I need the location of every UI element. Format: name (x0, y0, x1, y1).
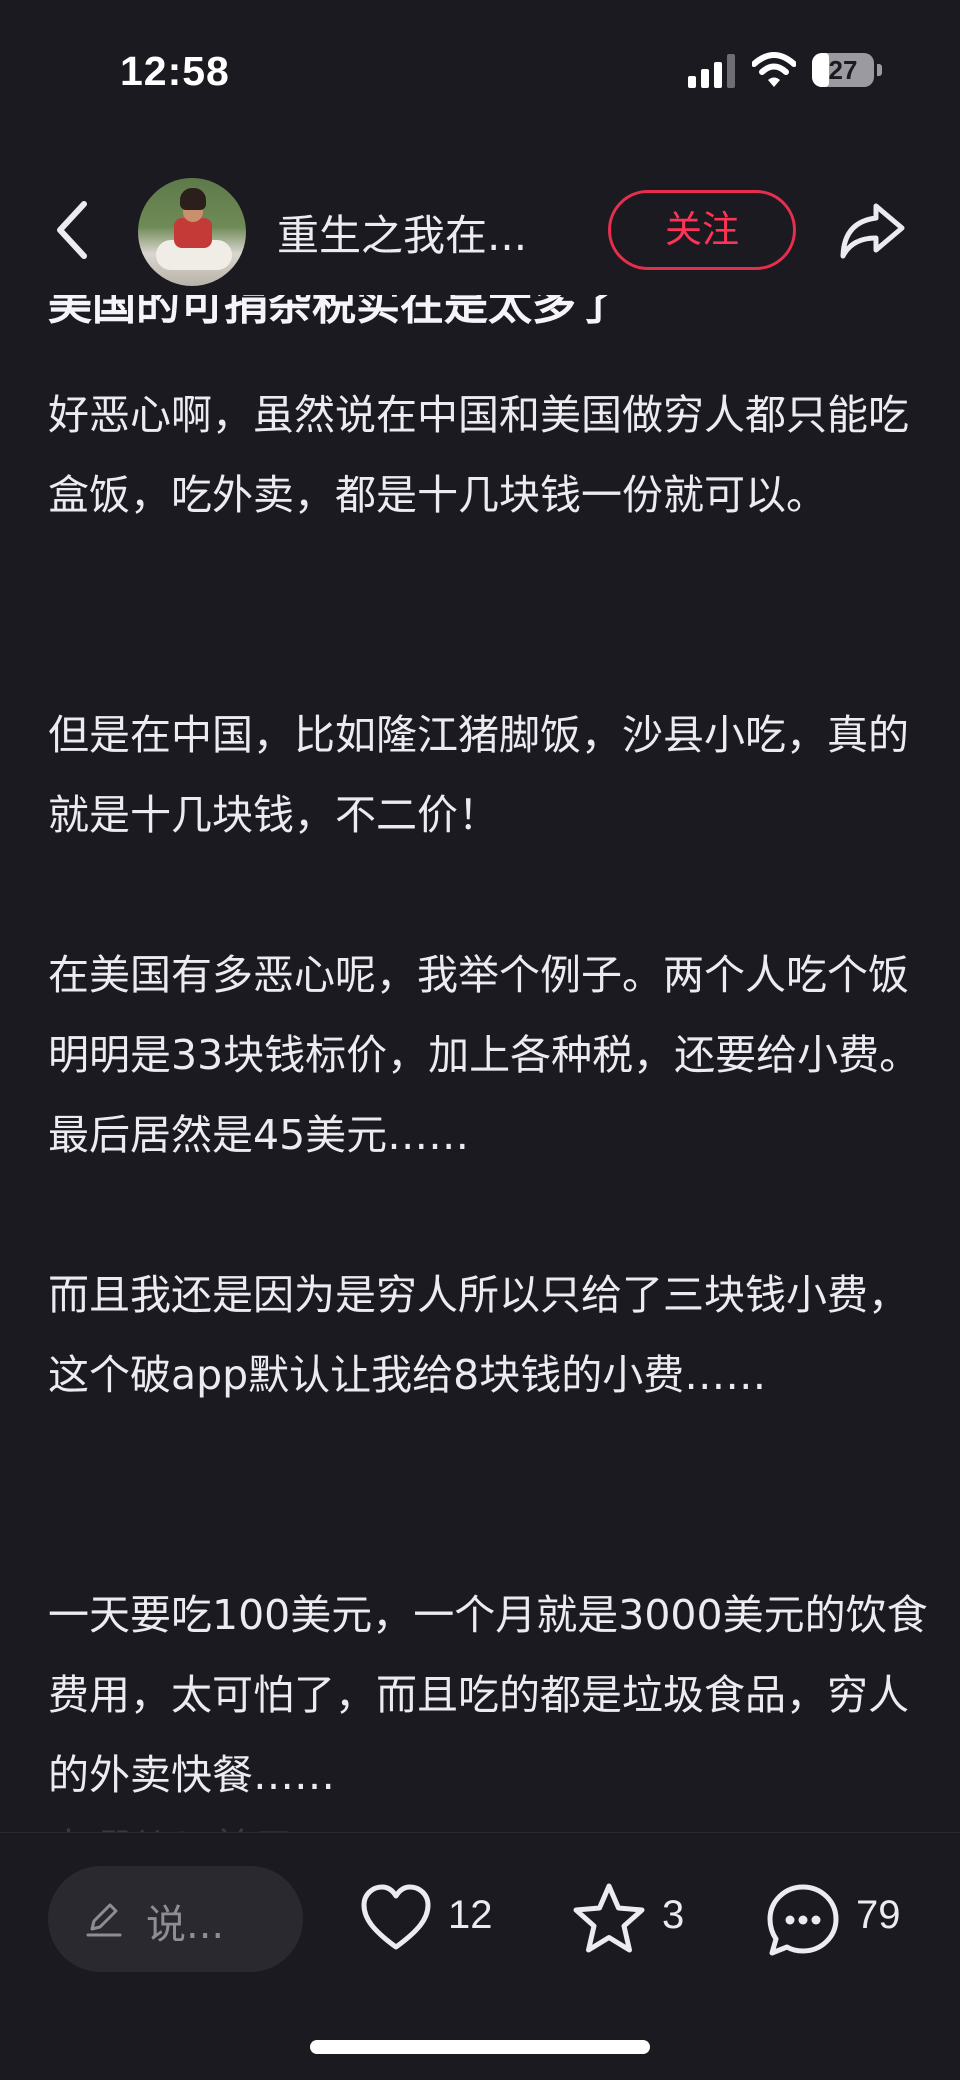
post-paragraph: 而且我还是因为是穷人所以只给了三块钱小费，这个破app默认让我给8块钱的小费…… (48, 1271, 909, 1399)
post-paragraph: 一天要吃100美元，一个月就是3000美元的饮食费用，太可怕了，而且吃的都是垃圾… (48, 1591, 928, 1799)
post-paragraph: 但是在中国，比如隆江猪脚饭，沙县小吃，真的就是十几块钱，不二价！ (48, 711, 909, 839)
comment-placeholder: 说... (146, 1902, 225, 1948)
home-indicator[interactable] (310, 2040, 650, 2054)
battery-level: 27 (828, 55, 858, 85)
author-avatar[interactable] (138, 178, 246, 286)
heart-icon (361, 1884, 431, 1950)
back-icon[interactable] (50, 198, 94, 262)
favorite-button[interactable]: 3 (570, 1881, 690, 1957)
signal-icon (688, 54, 735, 88)
post-cut-off-line: 去哪儿？美元 (48, 1815, 294, 1832)
comment-count: 79 (856, 1893, 901, 1937)
top-nav-bar: 重生之我在... 关注 (0, 170, 960, 295)
post-content: 美国的可捐杂税实在是太多了 好恶心啊，虽然说在中国和美国做穷人都只能吃盒饭，吃外… (0, 295, 960, 1832)
share-icon[interactable] (838, 200, 908, 262)
post-title: 美国的可捐杂税实在是太多了 (48, 295, 620, 330)
pen-icon (86, 1903, 122, 1937)
favorite-count: 3 (662, 1893, 685, 1937)
like-count: 12 (448, 1893, 493, 1937)
comment-button[interactable]: 79 (764, 1881, 924, 1957)
star-icon (573, 1883, 645, 1953)
follow-button[interactable]: 关注 (608, 190, 796, 270)
comment-icon (767, 1884, 839, 1956)
status-time: 12:58 (120, 48, 230, 94)
like-button[interactable]: 12 (358, 1881, 498, 1957)
comment-input[interactable]: 说... (48, 1866, 303, 1972)
battery-icon: 27 (812, 53, 882, 89)
post-paragraph: 好恶心啊，虽然说在中国和美国做穷人都只能吃盒饭，吃外卖，都是十几块钱一份就可以。 (48, 391, 909, 519)
author-nickname[interactable]: 重生之我在... (277, 202, 527, 263)
wifi-icon (752, 52, 796, 87)
status-bar: 12:58 27 (0, 0, 960, 140)
post-paragraph: 在美国有多恶心呢，我举个例子。两个人吃个饭明明是33块钱标价，加上各种税，还要给… (48, 951, 921, 1159)
